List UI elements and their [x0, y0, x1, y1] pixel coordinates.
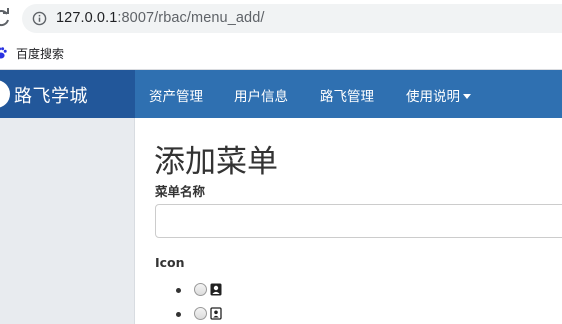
url-field[interactable]: 127.0.0.1:8007/rbac/menu_add/ [22, 4, 562, 33]
bookmarks-bar: 百度搜索 [0, 36, 562, 70]
menu-name-label: 菜单名称 [155, 184, 206, 199]
nav-item-usage-guide-label: 使用说明 [406, 89, 460, 105]
brand-name: 路飞学城 [14, 86, 88, 107]
page-title: 添加菜单 [154, 144, 278, 180]
brand-logo [0, 80, 10, 108]
bookmark-label: 百度搜索 [16, 46, 65, 61]
icon-label: Icon [155, 255, 185, 270]
address-book-icon [210, 283, 222, 296]
caret-down-icon [463, 93, 471, 99]
bookmark-baidu-search[interactable]: 百度搜索 [0, 43, 64, 63]
list-bullet [176, 312, 181, 317]
browser-address-bar: 127.0.0.1:8007/rbac/menu_add/ [0, 0, 562, 36]
info-icon[interactable] [32, 11, 47, 26]
list-bullet [176, 288, 181, 293]
nav-item-assets[interactable]: 资产管理 [149, 85, 203, 105]
main-content: 添加菜单 菜单名称 Icon [136, 118, 562, 324]
top-navbar: 路飞学城 资产管理 用户信息 路飞管理 使用说明 [0, 70, 562, 118]
baidu-paw-icon [0, 47, 7, 59]
url-host: 127.0.0.1 [56, 10, 118, 26]
menu-name-input[interactable] [155, 204, 562, 238]
address-card-icon [210, 307, 222, 320]
icon-radio-button[interactable] [194, 283, 207, 296]
nav-item-luffy-admin[interactable]: 路飞管理 [320, 85, 374, 105]
url-text: 127.0.0.1:8007/rbac/menu_add/ [56, 10, 264, 26]
icon-radio-button[interactable] [194, 307, 207, 320]
nav-item-user-info[interactable]: 用户信息 [234, 85, 288, 105]
nav-item-usage-guide[interactable]: 使用说明 [406, 85, 471, 105]
brand[interactable]: 路飞学城 [0, 70, 135, 118]
url-path: :8007/rbac/menu_add/ [117, 10, 265, 26]
sidebar [0, 118, 135, 324]
reload-icon[interactable] [0, 8, 12, 28]
